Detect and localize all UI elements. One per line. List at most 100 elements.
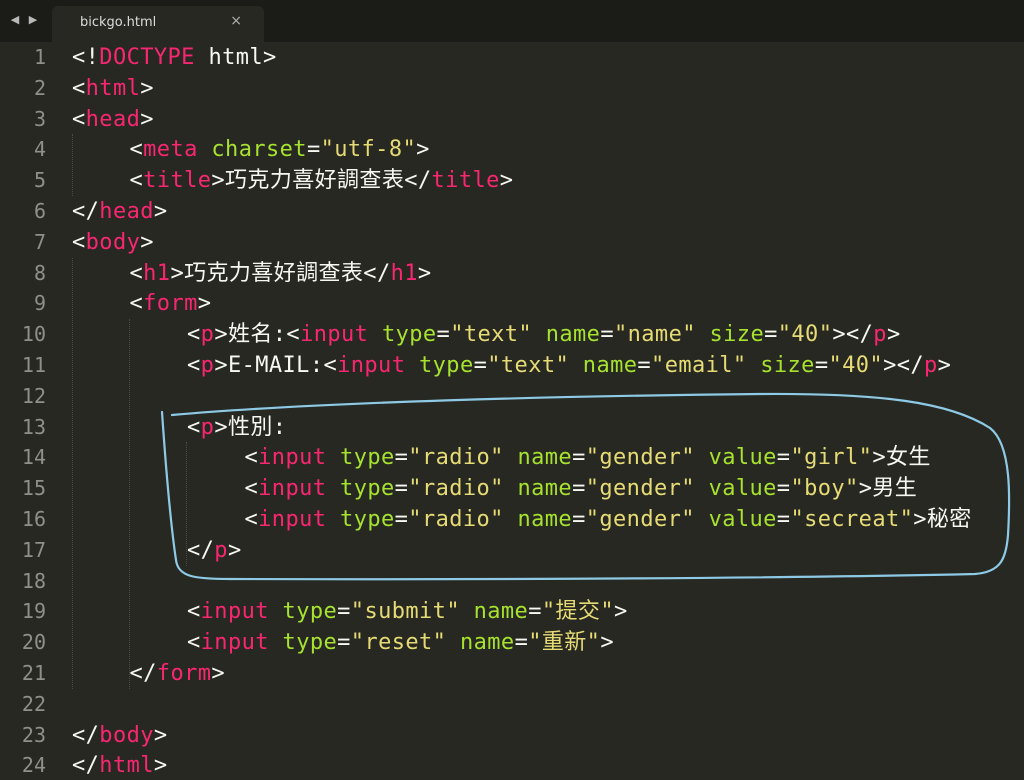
- code-token: <: [187, 414, 201, 440]
- code-line[interactable]: 1 <!DOCTYPE html>: [0, 42, 1024, 73]
- code-token: "reset": [350, 630, 447, 656]
- code-token: >: [211, 661, 226, 686]
- code-token: <: [187, 353, 201, 378]
- code-editor[interactable]: 1 <!DOCTYPE html> 2 <html> 3 <head> 4 <meta cha…: [0, 42, 1024, 780]
- code-token: >秘密: [913, 507, 972, 532]
- code-line[interactable]: 15 <input type="radio" name="gender" valu…: [0, 473, 1024, 504]
- code-line[interactable]: 9 <form>: [0, 288, 1024, 319]
- code-token: >: [417, 260, 432, 286]
- code-text: <html>: [72, 73, 154, 104]
- code-line[interactable]: 8 <h1>巧克力喜好調查表</h1>: [0, 258, 1024, 289]
- code-token: value: [708, 507, 777, 532]
- code-token: size: [709, 322, 765, 348]
- code-token: <: [244, 476, 259, 502]
- line-number: 7: [33, 229, 46, 254]
- code-token: >: [197, 291, 212, 317]
- code-line[interactable]: 16 <input type="radio" name="gender" valu…: [0, 504, 1024, 535]
- editor-window: ◀ ▶ bickgo.html × 1 <!DOCTYPE html> 2 <html…: [0, 0, 1024, 780]
- code-token: name: [473, 599, 529, 625]
- code-token: =: [600, 322, 614, 348]
- line-number: 24: [21, 753, 46, 778]
- code-token: body: [99, 722, 154, 748]
- code-token: =: [306, 137, 321, 163]
- code-line[interactable]: 14 <input type="radio" name="gender" valu…: [0, 442, 1024, 473]
- line-number: 10: [21, 322, 46, 347]
- code-token: >: [937, 353, 952, 378]
- code-token: =: [473, 353, 488, 378]
- code-token: =: [394, 507, 409, 532]
- code-text: <input type="radio" name="gender" value=…: [245, 473, 918, 504]
- line-number: 19: [21, 599, 46, 624]
- code-line[interactable]: 19 <input type="submit" name="提交">: [0, 596, 1024, 627]
- code-line[interactable]: 17 </p>: [0, 535, 1024, 566]
- code-token: >: [153, 199, 168, 224]
- code-token: body: [85, 229, 141, 255]
- code-token: p: [200, 353, 215, 378]
- code-token: input: [337, 353, 406, 378]
- code-line[interactable]: 6 </head>: [0, 196, 1024, 227]
- code-text: <meta charset="utf-8">: [130, 134, 430, 165]
- tab-navigation: ◀ ▶: [8, 11, 40, 27]
- code-token: >: [140, 106, 154, 132]
- code-token: "email": [651, 353, 747, 378]
- code-token: form: [156, 661, 212, 686]
- chevron-left-icon[interactable]: ◀: [8, 11, 22, 27]
- code-line[interactable]: 18: [0, 566, 1024, 597]
- code-line[interactable]: 11 <p>E-MAIL:<input type="text" name="ema…: [0, 350, 1024, 381]
- code-token: "submit": [350, 599, 460, 625]
- code-token: <: [129, 168, 144, 194]
- code-token: <: [129, 260, 144, 286]
- line-number: 18: [21, 568, 46, 593]
- line-number: 12: [21, 383, 46, 408]
- line-number: 4: [33, 137, 46, 162]
- code-text: <title>巧克力喜好調查表</title>: [130, 165, 514, 196]
- line-number: 13: [21, 414, 46, 439]
- code-token: =: [814, 353, 829, 378]
- code-line[interactable]: 10 <p>姓名:<input type="text" name="name" s…: [0, 319, 1024, 350]
- code-token: >男生: [858, 476, 918, 502]
- code-token: "提交": [541, 599, 614, 625]
- tab-bickgo-html[interactable]: bickgo.html ×: [52, 6, 264, 42]
- code-token: type: [282, 630, 338, 656]
- code-token: =: [528, 599, 542, 625]
- tab-bar: ◀ ▶ bickgo.html ×: [0, 0, 1024, 42]
- code-line[interactable]: 3 <head>: [0, 104, 1024, 135]
- code-text: </body>: [72, 720, 168, 751]
- code-token: name: [517, 507, 573, 532]
- code-token: ></: [883, 353, 925, 378]
- code-line[interactable]: 12: [0, 381, 1024, 412]
- code-token: input: [258, 445, 327, 471]
- code-token: <: [187, 322, 201, 348]
- code-token: >巧克力喜好調查表</: [211, 168, 432, 194]
- code-token: form: [143, 291, 198, 317]
- indent-guide: [186, 442, 187, 566]
- code-token: meta: [143, 137, 198, 163]
- code-token: html>: [194, 45, 277, 70]
- code-line[interactable]: 24 </html>: [0, 750, 1024, 780]
- indent-guide: [72, 134, 73, 196]
- code-line[interactable]: 5 <title>巧克力喜好調查表</title>: [0, 165, 1024, 196]
- code-line[interactable]: 23 </body>: [0, 720, 1024, 751]
- code-line[interactable]: 4 <meta charset="utf-8">: [0, 134, 1024, 165]
- indent-guide: [72, 257, 73, 689]
- code-token: =: [394, 445, 409, 471]
- code-token: title: [431, 168, 500, 194]
- code-line[interactable]: 7 <body>: [0, 227, 1024, 258]
- code-token: name: [459, 630, 515, 656]
- code-line[interactable]: 22: [0, 689, 1024, 720]
- code-token: "text": [487, 353, 570, 378]
- line-number: 21: [21, 661, 46, 685]
- close-icon[interactable]: ×: [230, 13, 242, 29]
- code-token: name: [545, 322, 601, 348]
- code-line[interactable]: 2 <html>: [0, 73, 1024, 104]
- chevron-right-icon[interactable]: ▶: [26, 11, 40, 27]
- code-token: value: [708, 445, 777, 471]
- code-text: <!DOCTYPE html>: [72, 42, 277, 73]
- code-line[interactable]: 13 <p>性別:: [0, 412, 1024, 443]
- code-line[interactable]: 20 <input type="reset" name="重新">: [0, 627, 1024, 658]
- code-token: =: [572, 507, 586, 532]
- code-line[interactable]: 21 </form>: [0, 658, 1024, 689]
- code-token: input: [258, 476, 327, 502]
